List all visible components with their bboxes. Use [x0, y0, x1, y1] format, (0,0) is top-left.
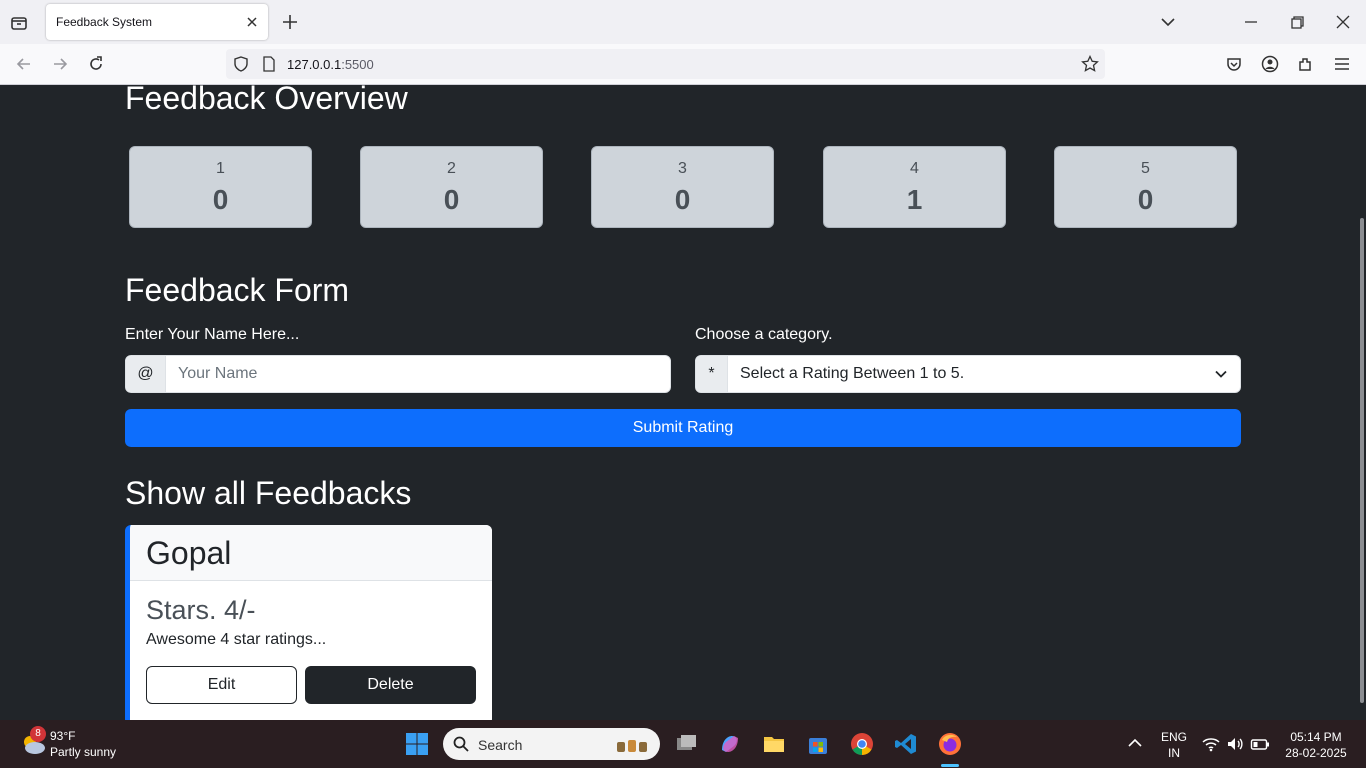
star-bookmark-icon[interactable] [1081, 55, 1099, 73]
chrome-icon[interactable] [850, 732, 874, 756]
restore-icon[interactable] [1287, 12, 1307, 32]
shield-icon[interactable] [232, 55, 250, 73]
account-icon[interactable] [1260, 54, 1280, 74]
name-input[interactable]: Your Name [178, 365, 257, 383]
chevron-up-icon[interactable] [1126, 734, 1144, 752]
feedbacks-title: Show all Feedbacks [125, 475, 412, 511]
feedback-card: Gopal Stars. 4/- Awesome 4 star ratings.… [125, 525, 492, 720]
chevron-down-icon[interactable] [1158, 12, 1178, 32]
windows-taskbar: 8 93°F Partly sunny Search ENG IN 05:14 … [0, 720, 1366, 768]
stat-card-2: 2 0 [360, 146, 543, 228]
stat-card-4: 4 1 [823, 146, 1006, 228]
feedback-stars: Stars. 4/- [146, 595, 256, 625]
clock-date[interactable]: 28-02-2025 [1284, 746, 1348, 760]
copilot-icon[interactable] [718, 732, 742, 756]
browser-tab-bar: Feedback System [0, 0, 1366, 44]
weather-badge: 8 [30, 726, 46, 742]
delete-button[interactable]: Delete [305, 666, 476, 704]
clock-time[interactable]: 05:14 PM [1284, 730, 1348, 744]
search-icon [453, 736, 469, 752]
address-bar[interactable]: 127.0.0.1:5500 [226, 49, 1105, 79]
vscode-icon[interactable] [894, 732, 918, 756]
firefox-icon[interactable] [938, 732, 962, 756]
edit-button[interactable]: Edit [146, 666, 297, 704]
weather-temp: 93°F [50, 729, 76, 743]
reload-icon[interactable] [86, 54, 106, 74]
back-icon[interactable] [14, 54, 34, 74]
chevron-down-icon[interactable] [1214, 367, 1228, 381]
card-header: Gopal [130, 525, 492, 581]
close-tab-icon[interactable] [244, 14, 260, 30]
submit-rating-button[interactable]: Submit Rating [125, 409, 1241, 447]
stat-value: 1 [906, 184, 923, 215]
url-port: :5500 [341, 57, 374, 72]
stat-value: 0 [1137, 184, 1154, 215]
weather-desc: Partly sunny [50, 745, 117, 759]
stat-value: 0 [443, 184, 460, 215]
tab-feedback-system[interactable]: Feedback System [46, 4, 268, 40]
tab-title: Feedback System [56, 15, 153, 29]
taskbar-search[interactable]: Search [443, 728, 660, 760]
tab-list-icon[interactable] [8, 12, 30, 34]
volume-icon[interactable] [1226, 735, 1244, 753]
minimize-icon[interactable] [1241, 12, 1261, 32]
language-indicator[interactable]: ENG [1158, 730, 1190, 744]
name-label: Enter Your Name Here... [125, 326, 300, 343]
name-addon: @ [126, 356, 166, 392]
overview-title: Feedback Overview [125, 85, 408, 116]
search-label: Search [478, 737, 523, 753]
stat-value: 0 [674, 184, 691, 215]
browser-nav-bar: 127.0.0.1:5500 [0, 44, 1366, 85]
category-input-group: * Select a Rating Between 1 to 5. [695, 355, 1241, 393]
stat-label: 1 [216, 160, 225, 177]
microsoft-store-icon[interactable] [806, 732, 830, 756]
page-content: Feedback Overview 1 0 2 0 3 0 4 1 5 0 Fe… [0, 85, 1366, 720]
stat-label: 3 [678, 160, 687, 177]
windows-start-icon[interactable] [405, 732, 429, 756]
url-host: 127.0.0.1 [287, 57, 342, 72]
category-label: Choose a category. [695, 326, 833, 343]
search-highlight-icon [617, 740, 647, 752]
active-app-indicator [941, 764, 959, 767]
page-scrollbar[interactable] [1360, 218, 1364, 703]
url-text[interactable]: 127.0.0.1:5500 [287, 57, 374, 72]
wifi-icon[interactable] [1202, 735, 1220, 753]
file-explorer-icon[interactable] [762, 732, 786, 756]
stat-label: 5 [1141, 160, 1150, 177]
stat-value: 0 [212, 184, 229, 215]
stat-label: 2 [447, 160, 456, 177]
feedback-text: Awesome 4 star ratings... [146, 631, 327, 648]
close-window-icon[interactable] [1333, 12, 1353, 32]
battery-icon[interactable] [1250, 735, 1270, 753]
stat-card-3: 3 0 [591, 146, 774, 228]
forward-icon[interactable] [50, 54, 70, 74]
feedback-name: Gopal [146, 535, 232, 571]
page-icon [263, 56, 275, 72]
stat-card-5: 5 0 [1054, 146, 1237, 228]
extensions-icon[interactable] [1296, 54, 1316, 74]
region-indicator[interactable]: IN [1158, 746, 1190, 760]
name-input-group: @ Your Name [125, 355, 671, 393]
stat-label: 4 [910, 160, 919, 177]
pocket-icon[interactable] [1224, 54, 1244, 74]
stat-card-1: 1 0 [129, 146, 312, 228]
form-title: Feedback Form [125, 272, 350, 308]
category-select[interactable]: Select a Rating Between 1 to 5. [740, 365, 964, 383]
category-addon: * [696, 356, 728, 392]
task-view-icon[interactable] [674, 732, 698, 756]
new-tab-icon[interactable] [280, 12, 300, 32]
menu-icon[interactable] [1332, 54, 1352, 74]
